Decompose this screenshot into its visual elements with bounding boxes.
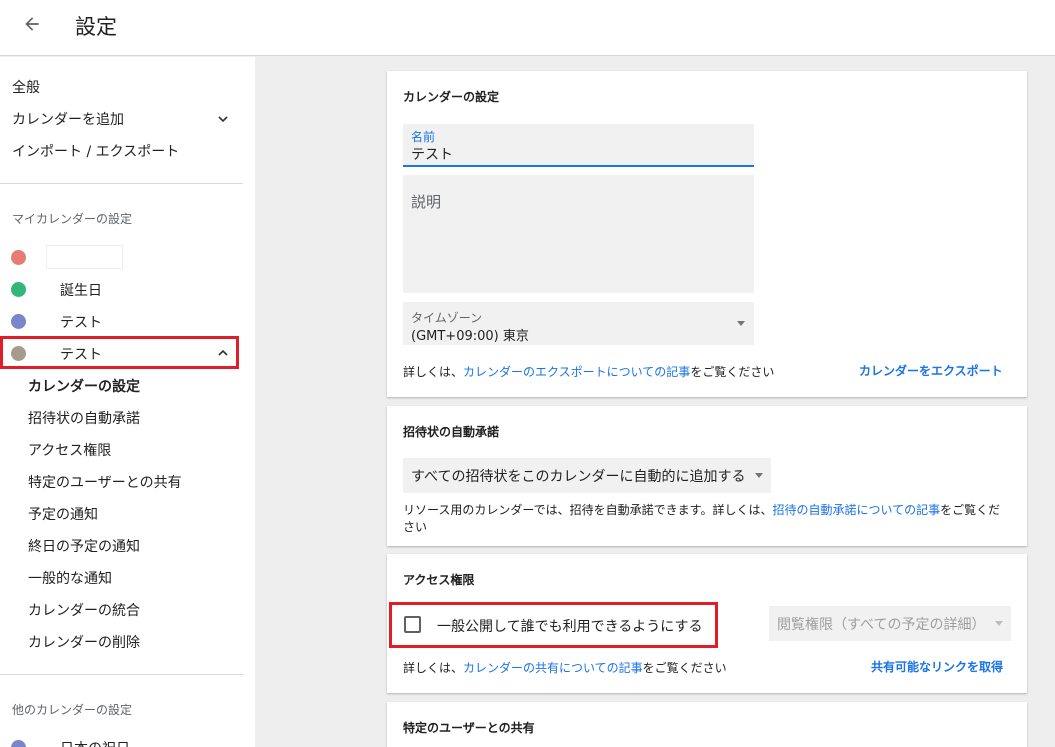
- page-title: 設定: [75, 15, 117, 39]
- calendar-name: テスト: [60, 315, 102, 331]
- export-info-text: 詳しくは、カレンダーのエクスポートについての記事をご覧ください: [403, 363, 774, 380]
- auto-accept-article-link[interactable]: 招待の自動承諾についての記事: [772, 503, 940, 517]
- auto-accept-select[interactable]: すべての招待状をこのカレンダーに自動的に追加する: [403, 458, 771, 493]
- sidebar-item-share-specific[interactable]: 特定のユーザーとの共有: [28, 472, 182, 492]
- description-field[interactable]: 説明: [403, 175, 754, 293]
- nav-add-calendar[interactable]: カレンダーを追加: [12, 109, 124, 129]
- sidebar-item-allday-notifications[interactable]: 終日の予定の通知: [28, 536, 140, 556]
- calendar-name: 日本の祝日: [60, 738, 130, 747]
- sidebar-item-calendar-settings[interactable]: カレンダーの設定: [28, 376, 140, 396]
- calendar-item-holidays[interactable]: 日本の祝日: [0, 731, 243, 747]
- back-button[interactable]: [19, 11, 45, 37]
- info-suffix: をご覧ください: [642, 661, 727, 675]
- calendar-color-dot: [11, 740, 26, 747]
- sidebar-item-general-notifications[interactable]: 一般的な通知: [28, 568, 112, 588]
- permission-select[interactable]: 閲覧権限（すべての予定の詳細）: [769, 606, 1011, 641]
- permission-value: 閲覧権限（すべての予定の詳細）: [777, 617, 986, 633]
- auto-accept-value: すべての招待状をこのカレンダーに自動的に追加する: [411, 469, 746, 485]
- sidebar-item-integrate[interactable]: カレンダーの統合: [28, 600, 140, 620]
- other-calendars-heading: 他のカレンダーの設定: [12, 703, 133, 717]
- card-title: 特定のユーザーとの共有: [403, 721, 535, 735]
- info-suffix: をご覧ください: [690, 365, 775, 379]
- calendar-item-test-1[interactable]: テスト: [0, 305, 243, 337]
- arrow-back-icon: [25, 17, 39, 31]
- calendar-color-dot: [11, 314, 26, 329]
- calendar-color-dot: [11, 282, 26, 297]
- name-value: テスト: [411, 147, 453, 163]
- export-calendar-button[interactable]: カレンダーをエクスポート: [859, 362, 1003, 379]
- my-calendars-heading: マイカレンダーの設定: [12, 212, 133, 226]
- card-title: 招待状の自動承諾: [403, 425, 500, 439]
- get-share-link-button[interactable]: 共有可能なリンクを取得: [871, 658, 1003, 675]
- calendar-item-redacted[interactable]: [0, 241, 243, 273]
- info-prefix: 詳しくは、: [403, 365, 464, 379]
- calendar-color-dot: [11, 250, 26, 265]
- calendar-item-birthdays[interactable]: 誕生日: [0, 273, 243, 305]
- sidebar-item-delete[interactable]: カレンダーの削除: [28, 632, 140, 652]
- public-checkbox-label[interactable]: 一般公開して誰でも利用できるようにする: [437, 616, 702, 636]
- name-field[interactable]: 名前 テスト: [403, 124, 754, 167]
- auto-accept-card: 招待状の自動承諾 すべての招待状をこのカレンダーに自動的に追加する リソース用の…: [387, 406, 1027, 546]
- share-specific-card: 特定のユーザーとの共有: [387, 702, 1027, 747]
- info-prefix: 詳しくは、: [403, 661, 464, 675]
- main-content: カレンダーの設定 名前 テスト 説明 タイムゾーン (GMT+09:00) 東京…: [255, 57, 1055, 747]
- chevron-down-icon[interactable]: [217, 113, 229, 125]
- timezone-value: (GMT+09:00) 東京: [411, 329, 529, 344]
- dropdown-arrow-icon: [995, 621, 1003, 626]
- calendar-name: 誕生日: [60, 283, 102, 299]
- calendar-name-redacted: [46, 245, 123, 269]
- info-suffix: をご覧くだ: [940, 503, 1001, 517]
- info-prefix: リソース用のカレンダーでは、招待を自動承諾できます。詳しくは、: [403, 503, 773, 517]
- sidebar-item-auto-accept[interactable]: 招待状の自動承諾: [28, 408, 140, 428]
- access-info-text: 詳しくは、カレンダーの共有についての記事をご覧ください: [403, 659, 727, 676]
- top-bar: 設定: [0, 0, 1055, 56]
- name-label: 名前: [411, 130, 436, 144]
- highlight-box: [0, 336, 239, 369]
- dropdown-arrow-icon: [755, 473, 763, 478]
- public-checkbox[interactable]: [404, 616, 421, 633]
- calendar-settings-card: カレンダーの設定 名前 テスト 説明 タイムゾーン (GMT+09:00) 東京…: [387, 71, 1027, 397]
- nav-import-export[interactable]: インポート / エクスポート: [12, 141, 179, 161]
- timezone-label: タイムゾーン: [411, 311, 483, 325]
- sidebar-item-access[interactable]: アクセス権限: [28, 440, 111, 460]
- share-article-link[interactable]: カレンダーの共有についての記事: [463, 661, 643, 675]
- sidebar-item-event-notifications[interactable]: 予定の通知: [28, 504, 98, 524]
- card-title: アクセス権限: [403, 573, 475, 587]
- sidebar-divider: [0, 183, 243, 184]
- timezone-select[interactable]: タイムゾーン (GMT+09:00) 東京: [403, 302, 754, 345]
- description-label: 説明: [411, 193, 442, 211]
- sidebar: 全般 カレンダーを追加 インポート / エクスポート マイカレンダーの設定 誕生…: [0, 57, 255, 747]
- export-article-link[interactable]: カレンダーのエクスポートについての記事: [463, 365, 690, 379]
- access-card: アクセス権限 一般公開して誰でも利用できるようにする 閲覧権限（すべての予定の詳…: [387, 554, 1027, 693]
- sidebar-divider: [0, 674, 243, 675]
- auto-accept-info-text: リソース用のカレンダーでは、招待を自動承諾できます。詳しくは、招待の自動承諾につ…: [403, 502, 1013, 536]
- card-title: カレンダーの設定: [403, 90, 500, 104]
- nav-general[interactable]: 全般: [12, 77, 40, 97]
- dropdown-arrow-icon: [737, 321, 745, 326]
- info-tail: さい: [403, 520, 428, 534]
